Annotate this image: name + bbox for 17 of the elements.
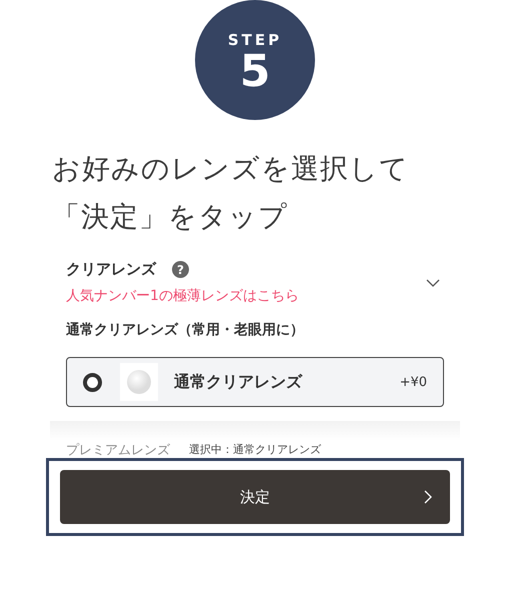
step-number: 5 <box>240 49 270 95</box>
option-name: 通常クリアレンズ <box>174 372 304 392</box>
lens-option[interactable]: 通常クリアレンズ +¥0 <box>66 357 444 407</box>
confirm-button[interactable]: 決定 <box>60 470 450 524</box>
heading: 「決定」をタップ <box>52 199 288 235</box>
help-icon[interactable]: ? <box>172 261 189 278</box>
heading: お好みのレンズを選択して <box>52 151 409 187</box>
chevron-icon[interactable] <box>426 278 440 286</box>
group-title: 通常クリアレンズ（常用・老眼用に） <box>66 321 305 339</box>
faded-heading: プレミアムレンズ <box>66 442 170 459</box>
section-title: クリアレンズ <box>66 260 156 279</box>
section-subtitle: 人気ナンバー1の極薄レンズはこちら <box>66 287 299 305</box>
selection-text: 選択中：通常クリアレンズ <box>189 442 321 456</box>
option-price: +¥0 <box>400 374 427 390</box>
radio-button[interactable] <box>83 372 102 392</box>
step-label: STEP <box>228 31 282 49</box>
chevron-icon <box>424 490 432 504</box>
